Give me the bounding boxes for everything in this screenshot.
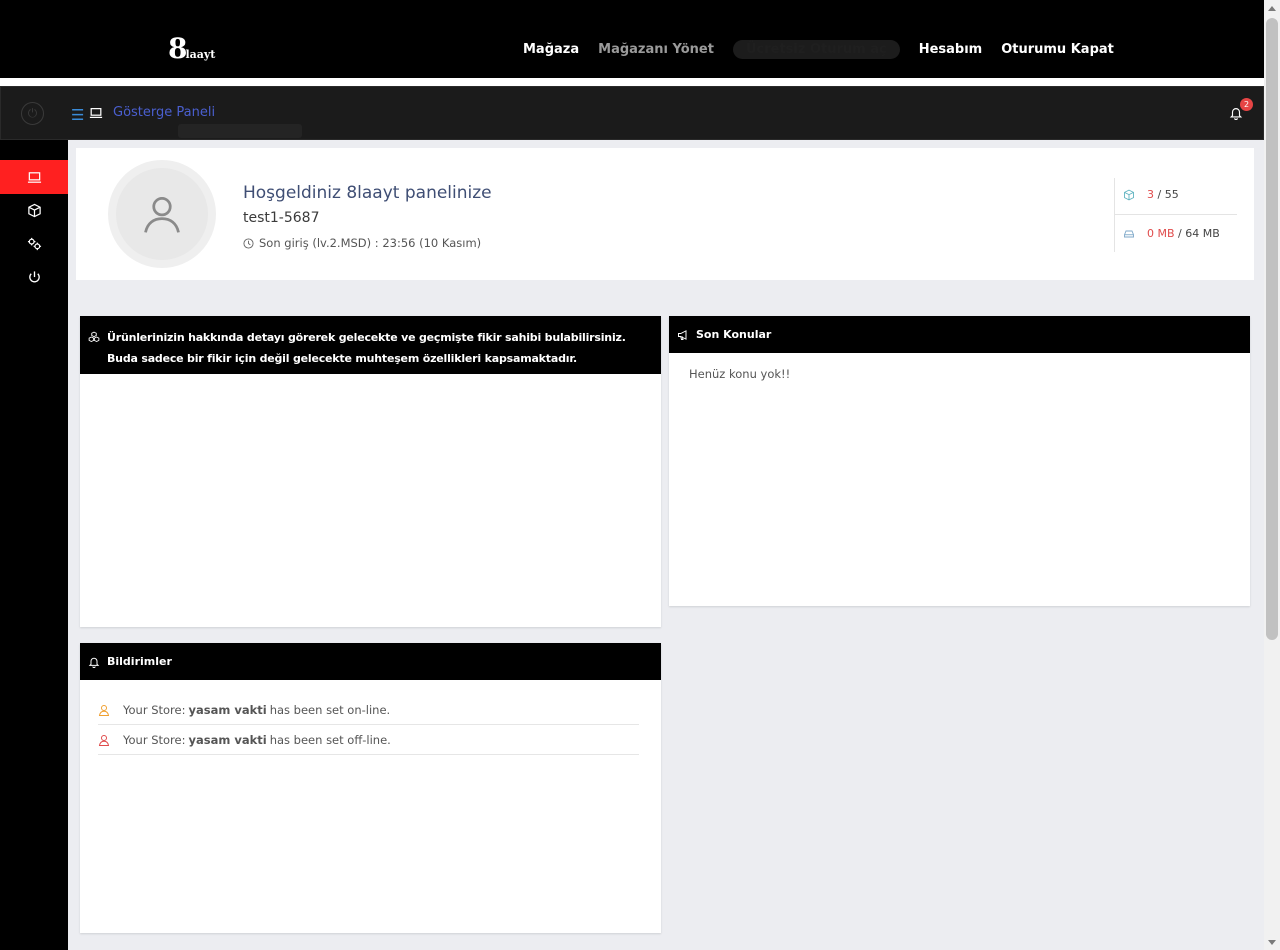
scrollbar-thumb[interactable] <box>1266 18 1278 640</box>
products-card: Ürünlerinizin hakkında detayı görerek ge… <box>80 316 661 627</box>
sidebar-item-settings[interactable] <box>0 226 68 260</box>
storage-used: 0 MB <box>1147 227 1175 240</box>
user-icon <box>144 197 180 233</box>
nav-logout[interactable]: Oturumu Kapat <box>1001 42 1114 57</box>
list-item[interactable]: Your Store: yasam vakti has been set on-li… <box>98 695 639 725</box>
logo-word: laayt <box>185 48 216 61</box>
storage-total: / 64 MB <box>1178 227 1220 240</box>
bell-icon <box>88 657 100 668</box>
sidebar-item-products[interactable] <box>0 193 68 227</box>
user-online-icon <box>98 704 110 716</box>
sidebar-item-dashboard[interactable] <box>0 160 68 194</box>
laptop-icon <box>27 171 41 183</box>
sidebar-item-logout[interactable] <box>0 260 68 294</box>
notifications-bell[interactable]: 2 <box>1229 98 1253 123</box>
cubes-icon <box>88 331 100 343</box>
gears-icon <box>27 237 41 250</box>
logo-numeral: 8 <box>168 32 188 65</box>
products-card-header: Ürünlerinizin hakkında detayı görerek ge… <box>80 316 661 374</box>
hard-drive-icon <box>1124 230 1134 237</box>
laptop-icon <box>89 108 103 118</box>
topics-empty-message: Henüz konu yok!! <box>689 367 791 381</box>
stats-divider <box>1115 214 1237 215</box>
scroll-up-arrow[interactable] <box>1268 6 1276 11</box>
user-offline-icon <box>98 734 110 746</box>
last-login-text: Son giriş (lv.2.MSD) : 23:56 (10 Kasım) <box>259 236 482 250</box>
menu-toggle-icon[interactable]: ☰ <box>71 106 84 124</box>
site-topnav: 8laayt Mağaza Mağazanı Yönet Ücretsiz Ot… <box>0 0 1264 78</box>
topics-card-title: Son Konular <box>696 328 772 341</box>
box-icon <box>27 203 41 217</box>
notifications-card: Bildirimler Your Store: yasam vakti has be… <box>80 643 661 933</box>
panel-logo-icon: ⏻ <box>21 102 44 125</box>
sidebar <box>0 140 68 950</box>
breadcrumb-tooltip <box>178 124 302 138</box>
clock-icon <box>243 237 254 249</box>
list-item[interactable]: Your Store: yasam vakti has been set off-l… <box>98 725 639 755</box>
notifications-card-title: Bildirimler <box>107 655 172 668</box>
site-nav-links: Mağaza Mağazanı Yönet Ücretsiz Oturum aç… <box>523 40 1133 59</box>
usage-stats: 3 / 55 0 MB / 64 MB <box>1114 178 1237 252</box>
last-login: Son giriş (lv.2.MSD) : 23:56 (10 Kasım) <box>243 236 481 250</box>
notification-count-badge: 2 <box>1240 98 1253 111</box>
nav-store[interactable]: Mağaza <box>523 42 579 57</box>
power-icon <box>28 270 40 282</box>
welcome-title: Hoşgeldiniz 8laayt panelinize <box>243 183 492 203</box>
breadcrumb-dashboard[interactable]: Gösterge Paneli <box>113 105 215 120</box>
topics-card-header: Son Konular <box>669 316 1250 353</box>
cube-icon <box>1124 189 1134 200</box>
username: test1-5687 <box>243 210 320 226</box>
avatar[interactable] <box>108 160 216 268</box>
nav-free-signin[interactable]: Ücretsiz Oturum aç <box>732 40 900 59</box>
header-divider <box>0 78 1264 86</box>
notification-list: Your Store: yasam vakti has been set on-li… <box>98 695 639 755</box>
storage-usage: 0 MB / 64 MB <box>1123 227 1220 240</box>
welcome-panel: Hoşgeldiniz 8laayt panelinize test1-5687… <box>76 148 1254 280</box>
products-total: / 55 <box>1157 188 1179 201</box>
products-card-title: Ürünlerinizin hakkında detayı görerek ge… <box>107 331 626 365</box>
topics-card: Son Konular Henüz konu yok!! <box>669 316 1250 606</box>
nav-account[interactable]: Hesabım <box>919 42 983 57</box>
site-logo[interactable]: 8laayt <box>168 32 215 65</box>
products-usage: 3 / 55 <box>1123 188 1179 201</box>
megaphone-icon <box>678 329 687 340</box>
scroll-down-arrow[interactable] <box>1268 940 1276 945</box>
nav-manage-store[interactable]: Mağazanı Yönet <box>598 42 714 57</box>
products-used: 3 <box>1147 188 1154 201</box>
notifications-card-header: Bildirimler <box>80 643 661 680</box>
